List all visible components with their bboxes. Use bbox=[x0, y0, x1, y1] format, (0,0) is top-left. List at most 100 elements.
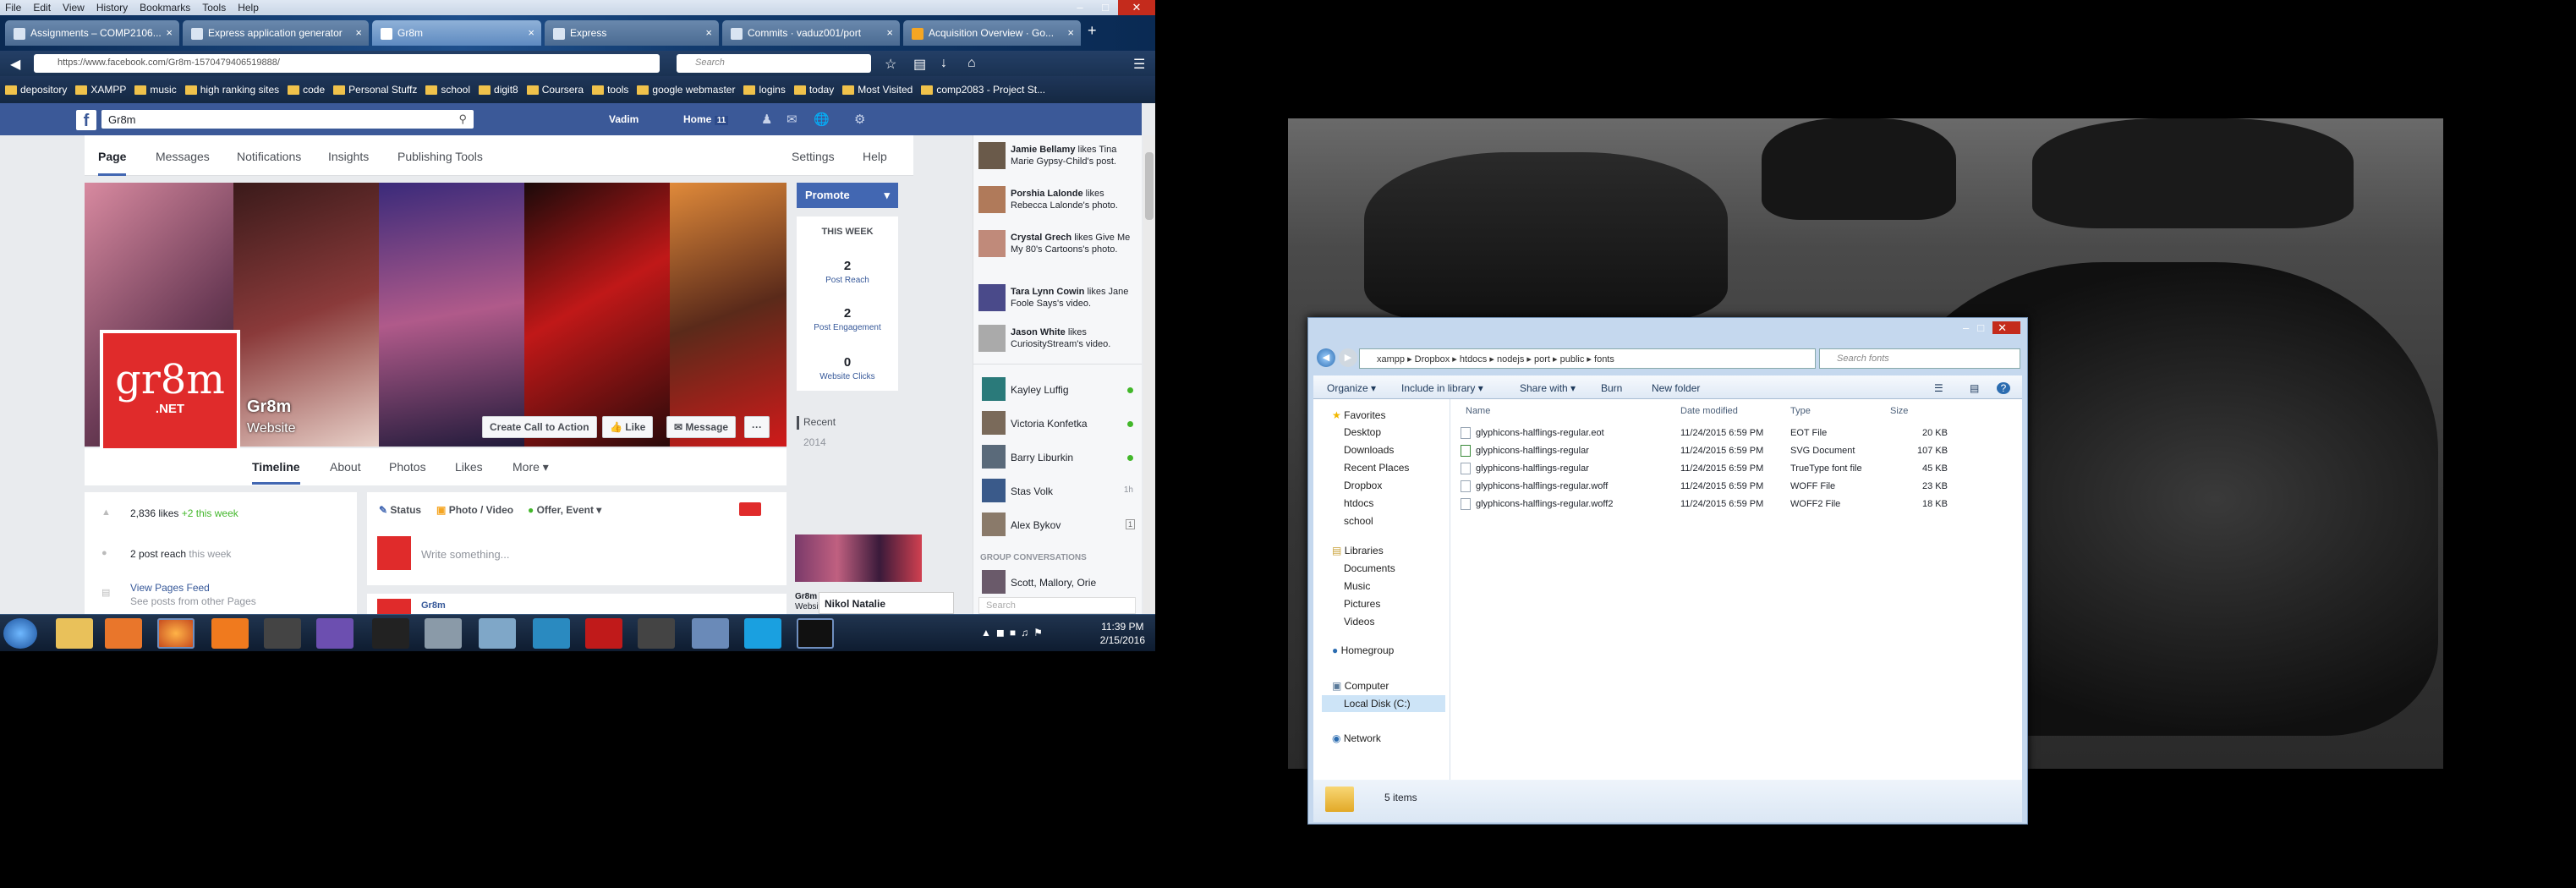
close-icon[interactable]: ✕ bbox=[1118, 0, 1155, 17]
media-player-taskbar-icon[interactable] bbox=[105, 618, 142, 649]
firefox-taskbar-icon[interactable] bbox=[157, 618, 195, 649]
post-reach-label[interactable]: Post Reach bbox=[797, 276, 898, 285]
nav-libraries[interactable]: ▤ Libraries bbox=[1332, 545, 1384, 556]
new-folder-button[interactable]: New folder bbox=[1652, 382, 1700, 394]
settings-link[interactable]: Settings bbox=[792, 150, 835, 163]
tab-photos[interactable]: Photos bbox=[389, 460, 426, 474]
nav-htdocs[interactable]: htdocs bbox=[1344, 497, 1373, 509]
chat-tab[interactable]: Nikol Natalie bbox=[819, 592, 954, 614]
path-segment[interactable]: nodejs bbox=[1497, 354, 1524, 365]
path-segment[interactable]: fonts bbox=[1594, 354, 1614, 365]
settings-icon[interactable]: ⚙ bbox=[854, 112, 865, 127]
like-button[interactable]: 👍 Like bbox=[602, 416, 654, 438]
close-tab-icon[interactable]: × bbox=[166, 26, 173, 39]
xampp-taskbar-icon[interactable] bbox=[211, 618, 249, 649]
photo-video-tab[interactable]: ▣ Photo / Video bbox=[436, 504, 513, 516]
ticker-item[interactable]: Tara Lynn Cowin likes Jane Foole Says's … bbox=[1011, 286, 1137, 310]
bookmark-item[interactable]: logins bbox=[743, 84, 786, 96]
star-icon[interactable]: ☆ bbox=[885, 56, 896, 73]
message-button[interactable]: ✉ Message bbox=[666, 416, 737, 438]
bookmark-item[interactable]: music bbox=[134, 84, 177, 96]
nav-videos[interactable]: Videos bbox=[1344, 616, 1374, 628]
ticker-item[interactable]: Jason White likes CuriosityStream's vide… bbox=[1011, 326, 1137, 350]
create-call-to-action-button[interactable]: Create Call to Action bbox=[482, 416, 597, 438]
nav-pictures[interactable]: Pictures bbox=[1344, 598, 1380, 610]
file-row[interactable]: glyphicons-halflings-regular.woff 11/24/2… bbox=[1457, 478, 1956, 495]
tab-messages[interactable]: Messages bbox=[156, 150, 210, 163]
column-header-type[interactable]: Type bbox=[1790, 406, 1811, 416]
obs-taskbar-icon[interactable] bbox=[372, 618, 409, 649]
share-with-button[interactable]: Share with ▾ bbox=[1520, 382, 1576, 394]
facebook-search-input[interactable]: Gr8m ⚲ bbox=[101, 110, 474, 129]
friend-requests-icon[interactable]: ♟ bbox=[761, 112, 772, 127]
webstorm-taskbar-icon[interactable] bbox=[533, 618, 570, 649]
search-box[interactable]: Search bbox=[677, 54, 871, 73]
more-options-button[interactable]: ··· bbox=[744, 416, 770, 438]
menu-history[interactable]: History bbox=[96, 2, 128, 14]
scrollbar[interactable] bbox=[1143, 135, 1155, 614]
status-tab[interactable]: ✎ Status bbox=[379, 504, 421, 516]
back-icon[interactable]: ◀ bbox=[1317, 348, 1335, 367]
window-controls[interactable]: –□ ✕ bbox=[1963, 321, 2020, 335]
tab-commits[interactable]: Commits · vaduz001/port × bbox=[722, 20, 900, 46]
address-bar[interactable]: xampp ▸ Dropbox ▸ htdocs ▸ nodejs ▸ port… bbox=[1359, 348, 1816, 369]
nav-desktop[interactable]: Desktop bbox=[1344, 426, 1381, 438]
bookmark-item[interactable]: Personal Stuffz bbox=[333, 84, 417, 96]
bookmark-item[interactable]: high ranking sites bbox=[184, 84, 279, 96]
nav-dropbox[interactable]: Dropbox bbox=[1344, 480, 1382, 491]
tab-notifications[interactable]: Notifications bbox=[237, 150, 301, 163]
path-segment[interactable]: port bbox=[1534, 354, 1550, 365]
ticker-item[interactable]: Crystal Grech likes Give Me My 80's Cart… bbox=[1011, 232, 1137, 255]
preview-pane-icon[interactable]: ▤ bbox=[1970, 382, 1979, 394]
close-icon[interactable]: ✕ bbox=[1992, 321, 2020, 334]
sublime-taskbar-icon[interactable] bbox=[264, 618, 301, 649]
close-tab-icon[interactable]: × bbox=[886, 26, 893, 39]
bookmark-item[interactable]: school bbox=[425, 84, 470, 96]
close-tab-icon[interactable]: × bbox=[705, 26, 712, 39]
nav-recent-places[interactable]: Recent Places bbox=[1344, 462, 1409, 474]
bookmark-item[interactable]: comp2083 - Project St... bbox=[921, 84, 1045, 96]
skype-taskbar-icon[interactable] bbox=[744, 618, 781, 649]
side-page-name[interactable]: Gr8m bbox=[795, 592, 817, 601]
chat-search-input[interactable]: Search bbox=[978, 597, 1136, 614]
bookmark-item[interactable]: digit8 bbox=[479, 84, 518, 96]
forward-icon[interactable]: ▶ bbox=[1339, 348, 1357, 367]
post-author[interactable]: Gr8m bbox=[421, 600, 446, 611]
download-icon[interactable]: ↓ bbox=[940, 56, 947, 71]
composer-input[interactable]: Write something... bbox=[421, 548, 510, 561]
tab-assignments[interactable]: Assignments – COMP2106... × bbox=[5, 20, 179, 46]
system-tray-icons[interactable]: ▲◼■♫⚑ bbox=[981, 627, 1048, 639]
bookmark-item[interactable]: today bbox=[793, 84, 834, 96]
path-segment[interactable]: htdocs bbox=[1460, 354, 1487, 365]
tab-timeline[interactable]: Timeline bbox=[252, 460, 300, 485]
tab-likes[interactable]: Likes bbox=[455, 460, 483, 474]
help-link[interactable]: Help bbox=[863, 150, 887, 163]
menu-bookmarks[interactable]: Bookmarks bbox=[140, 2, 190, 14]
post-as-selector[interactable] bbox=[739, 502, 761, 516]
year-recent[interactable]: Recent bbox=[803, 416, 836, 428]
bookmark-item[interactable]: Most Visited bbox=[842, 84, 913, 96]
tab-page[interactable]: Page bbox=[98, 150, 127, 176]
clock[interactable]: 11:39 PM 2/15/2016 bbox=[1100, 620, 1145, 647]
group-conversation[interactable]: Scott, Mallory, Orie bbox=[1011, 577, 1096, 589]
filezilla-taskbar-icon[interactable] bbox=[585, 618, 622, 649]
bookmark-item[interactable]: code bbox=[288, 84, 325, 96]
tab-acquisition[interactable]: Acquisition Overview · Go... × bbox=[903, 20, 1081, 46]
scrollbar-thumb[interactable] bbox=[1145, 152, 1154, 220]
tab-express[interactable]: Express × bbox=[545, 20, 719, 46]
explorer-search-input[interactable]: Search fonts bbox=[1819, 348, 2020, 369]
organize-button[interactable]: Organize ▾ bbox=[1327, 382, 1376, 394]
include-in-library-button[interactable]: Include in library ▾ bbox=[1401, 382, 1483, 394]
home-icon[interactable]: ⌂ bbox=[967, 56, 976, 71]
new-tab-icon[interactable]: + bbox=[1088, 22, 1097, 40]
nav-favorites[interactable]: ★ Favorites bbox=[1332, 409, 1385, 421]
promote-button[interactable]: Promote ▾ bbox=[797, 183, 898, 208]
github-taskbar-icon[interactable] bbox=[316, 618, 354, 649]
burn-button[interactable]: Burn bbox=[1601, 382, 1622, 394]
menu-file[interactable]: File bbox=[5, 2, 21, 14]
tab-publishing-tools[interactable]: Publishing Tools bbox=[397, 150, 483, 163]
year-2014[interactable]: 2014 bbox=[803, 436, 826, 448]
chat-contact[interactable]: Alex Bykov bbox=[1011, 519, 1061, 531]
url-bar[interactable]: https://www.facebook.com/Gr8m-1570479406… bbox=[34, 54, 660, 73]
home-link[interactable]: Home 11 bbox=[683, 113, 729, 125]
